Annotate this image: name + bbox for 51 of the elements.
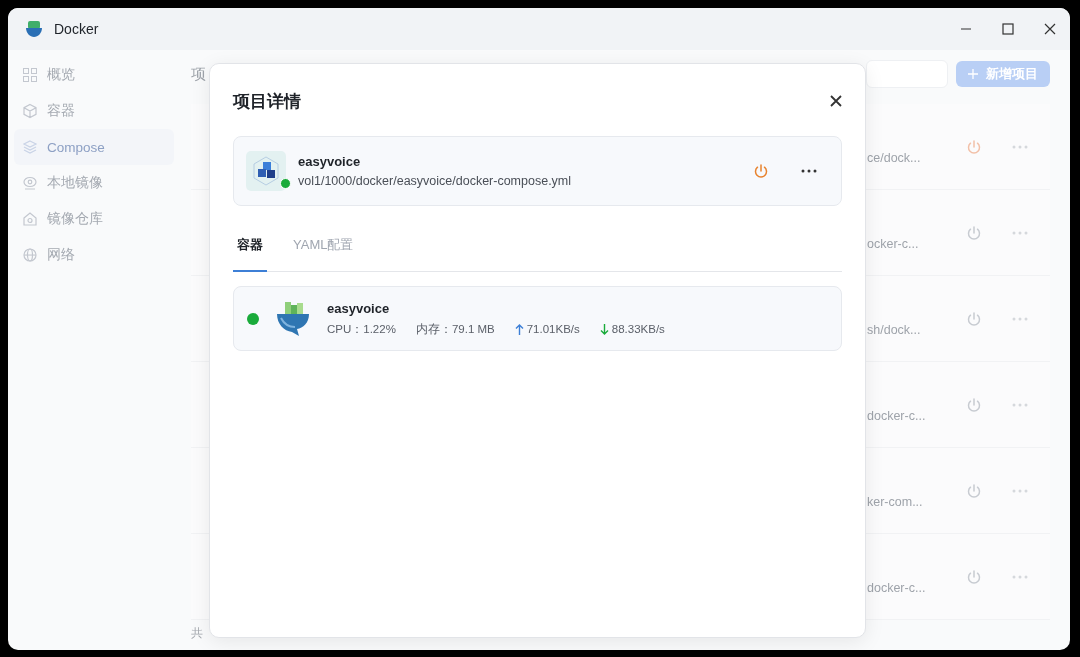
whale-icon (275, 299, 311, 338)
sidebar-item[interactable]: Compose (14, 129, 174, 165)
cubes-icon (246, 151, 286, 191)
container-name: easyvoice (327, 300, 391, 316)
house-icon (22, 211, 38, 227)
app-logo-icon (24, 19, 44, 39)
sidebar-item[interactable]: 概览 (14, 57, 174, 93)
sidebar-item[interactable]: 网络 (14, 237, 174, 273)
close-icon[interactable] (1044, 23, 1056, 35)
memory-usage: 内存：79.1 MB (415, 321, 495, 337)
plus-icon (968, 69, 978, 79)
upload-rate: 71.01KB/s (526, 323, 580, 335)
compose-path: ce/dock... (867, 149, 922, 165)
power-icon[interactable] (966, 224, 982, 241)
tab[interactable]: YAML配置 (293, 236, 354, 272)
eye-icon (22, 175, 38, 191)
more-icon[interactable] (801, 169, 817, 173)
power-icon[interactable] (966, 482, 982, 499)
globe-icon (22, 247, 38, 263)
compose-path: ocker-c... (867, 235, 920, 251)
grid-icon (22, 67, 38, 83)
sidebar-item[interactable]: 镜像仓库 (14, 201, 174, 237)
window-title: Docker (54, 21, 100, 37)
power-icon[interactable] (753, 163, 769, 179)
total-count: 共 (191, 625, 204, 642)
power-icon[interactable] (966, 138, 982, 155)
compose-path: vol1/1000/docker/easyvoice/docker-compose.yml (298, 174, 573, 188)
power-icon[interactable] (966, 310, 982, 327)
maximize-icon[interactable] (1002, 23, 1014, 35)
arrow-up-icon (514, 323, 524, 335)
layers-icon (22, 139, 38, 155)
project-name: easyvoice (298, 154, 362, 169)
tab[interactable]: 容器 (233, 236, 267, 272)
sidebar-item[interactable]: 本地镜像 (14, 165, 174, 201)
compose-path: docker-c... (867, 579, 927, 595)
download-rate: 88.33KB/s (611, 323, 665, 335)
cube-icon (22, 103, 38, 119)
cpu-usage: CPU：1.22% (327, 321, 396, 337)
container-card[interactable]: easyvoice CPU：1.22% 内存：79.1 MB 71.01KB/s 88.33KB/s (233, 286, 842, 351)
power-icon[interactable] (966, 396, 982, 413)
page-heading: 项 (191, 64, 207, 84)
sidebar-item[interactable]: 容器 (14, 93, 174, 129)
arrow-down-icon (599, 323, 609, 335)
compose-path: ker-com... (867, 493, 924, 509)
close-icon[interactable] (830, 95, 842, 107)
compose-path: docker-c... (867, 407, 927, 423)
add-project-button[interactable]: 新增项目 (956, 61, 1050, 87)
dialog-title: 项目详情 (233, 90, 301, 113)
compose-path: sh/dock... (867, 321, 922, 337)
power-icon[interactable] (966, 568, 982, 585)
search-field[interactable] (866, 60, 948, 88)
